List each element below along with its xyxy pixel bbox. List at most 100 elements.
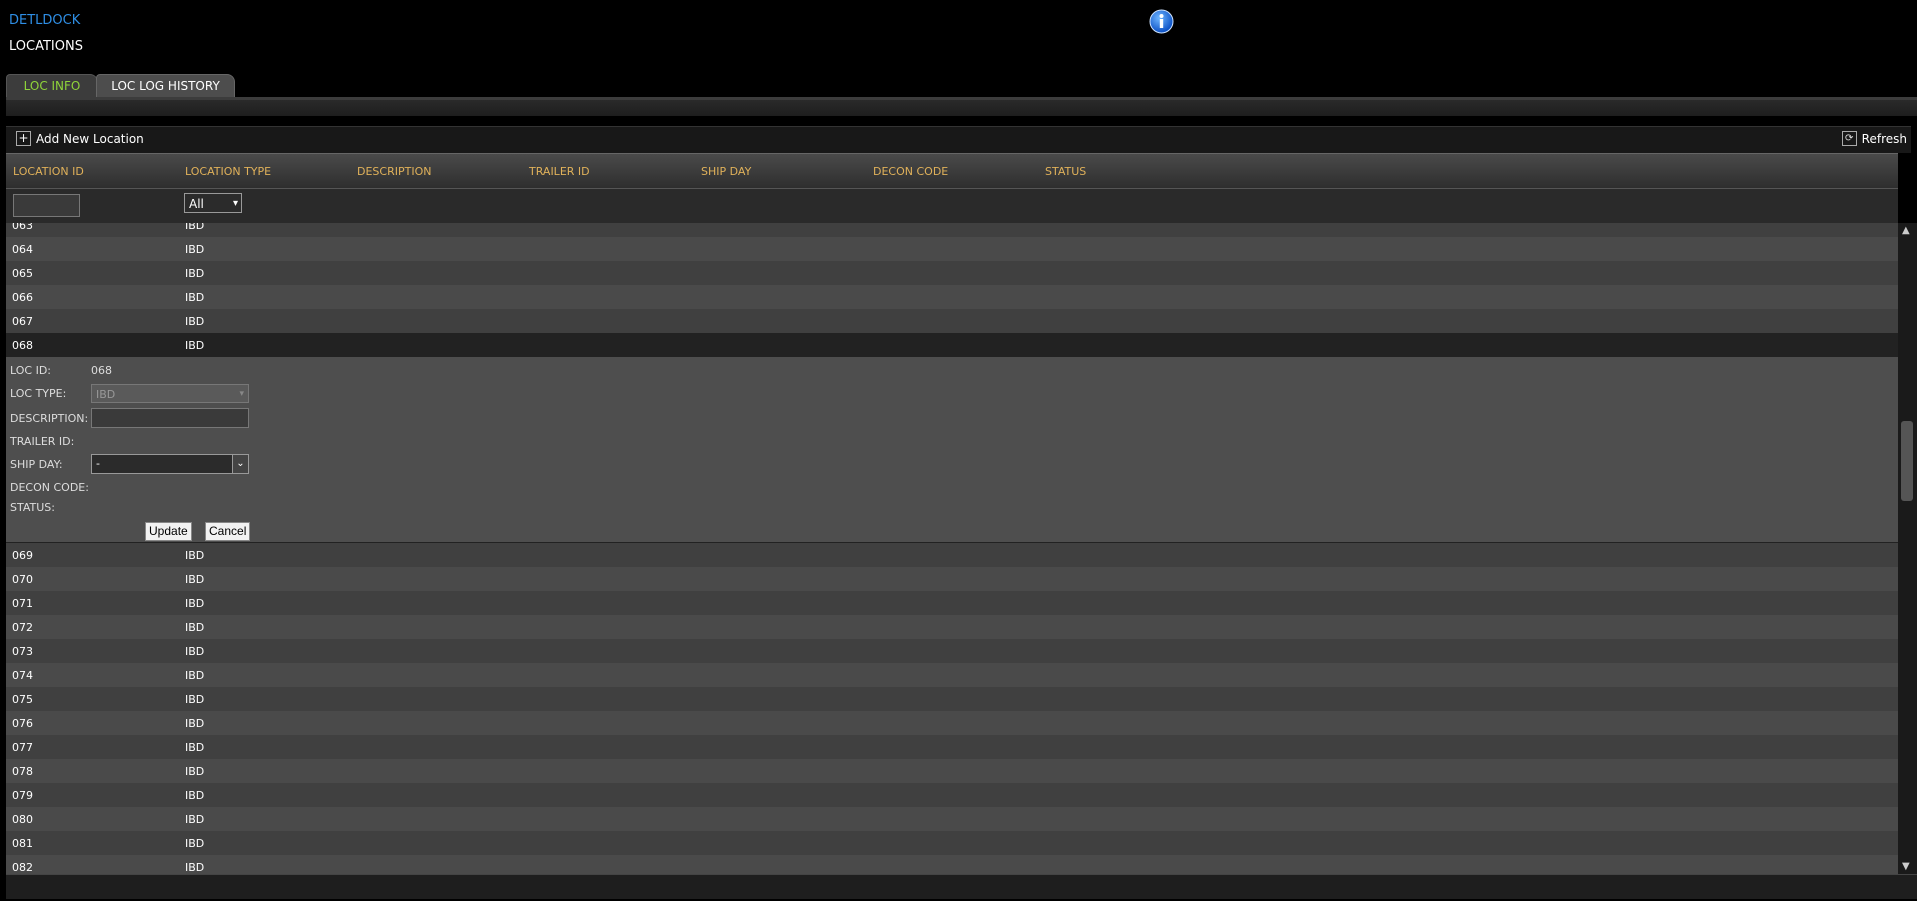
table-row[interactable]: 074 IBD: [6, 663, 1898, 687]
chevron-down-icon: ▾: [232, 198, 238, 209]
table-row[interactable]: 079 IBD: [6, 783, 1898, 807]
cell-location-type: IBD: [185, 573, 205, 586]
cell-location-type: IBD: [185, 669, 205, 682]
cell-location-id: 074: [12, 669, 33, 682]
cell-location-id: 080: [12, 813, 33, 826]
cell-location-id: 069: [12, 549, 33, 562]
status-label: STATUS:: [10, 501, 55, 514]
loc-type-value: IBD: [96, 388, 116, 401]
table-row[interactable]: 076 IBD: [6, 711, 1898, 735]
trailer-id-label: TRAILER ID:: [10, 435, 75, 448]
loc-id-value: 068: [91, 364, 112, 377]
table-row[interactable]: 067 IBD: [6, 309, 1898, 333]
loc-type-select: IBD ▾: [91, 384, 249, 403]
grid-toolbar: + Add New Location ⟳ Refresh: [6, 126, 1911, 153]
cell-location-type: IBD: [185, 339, 205, 352]
table-row[interactable]: 069 IBD: [6, 543, 1898, 567]
cell-location-type: IBD: [185, 717, 205, 730]
table-row[interactable]: 078 IBD: [6, 759, 1898, 783]
cell-location-type: IBD: [185, 837, 205, 850]
cell-location-id: 079: [12, 789, 33, 802]
cell-location-id: 073: [12, 645, 33, 658]
chevron-down-icon: ⌄: [232, 455, 248, 473]
column-header-decon-code[interactable]: DECON CODE: [873, 165, 948, 178]
refresh-icon: ⟳: [1841, 131, 1857, 146]
cell-location-id: 072: [12, 621, 33, 634]
scrollbar-thumb[interactable]: [1901, 421, 1913, 501]
cell-location-id: 071: [12, 597, 33, 610]
tab-loc-info[interactable]: LOC INFO: [6, 74, 98, 98]
cell-location-type: IBD: [185, 549, 205, 562]
app-link[interactable]: DETLDOCK: [9, 13, 80, 28]
table-row[interactable]: 070 IBD: [6, 567, 1898, 591]
grid-footer: [6, 874, 1917, 899]
column-header-status[interactable]: STATUS: [1045, 165, 1086, 178]
sub-bar: [6, 100, 1917, 116]
table-row-selected[interactable]: 068 IBD: [6, 333, 1898, 357]
table-row[interactable]: 072 IBD: [6, 615, 1898, 639]
column-header-location-id[interactable]: LOCATION ID: [13, 165, 84, 178]
cell-location-type: IBD: [185, 267, 205, 280]
location-id-filter-input[interactable]: [13, 194, 80, 217]
cell-location-id: 064: [12, 243, 33, 256]
refresh-button[interactable]: ⟳ Refresh: [1841, 131, 1907, 146]
cell-location-type: IBD: [185, 813, 205, 826]
info-icon[interactable]: [1149, 9, 1174, 34]
page-title: LOCATIONS: [9, 39, 83, 54]
cell-location-id: 063: [12, 223, 33, 232]
cell-location-id: 082: [12, 861, 33, 874]
table-row[interactable]: 064 IBD: [6, 237, 1898, 261]
add-new-location-button[interactable]: + Add New Location: [16, 131, 144, 146]
grid-header: LOCATION ID LOCATION TYPE DESCRIPTION TR…: [6, 153, 1898, 188]
scroll-down-arrow-icon[interactable]: ▼: [1902, 861, 1910, 872]
scroll-up-arrow-icon[interactable]: ▲: [1902, 225, 1910, 236]
cell-location-type: IBD: [185, 741, 205, 754]
add-new-location-label: Add New Location: [36, 131, 144, 146]
filter-row: All ▾: [6, 188, 1898, 224]
plus-icon: +: [16, 131, 31, 146]
ship-day-value: -: [96, 457, 100, 470]
chevron-down-icon: ▾: [239, 389, 244, 399]
cell-location-id: 076: [12, 717, 33, 730]
table-row[interactable]: 082 IBD: [6, 855, 1898, 874]
cell-location-type: IBD: [185, 789, 205, 802]
cell-location-type: IBD: [185, 597, 205, 610]
decon-code-label: DECON CODE:: [10, 481, 89, 494]
cell-location-type: IBD: [185, 765, 205, 778]
update-button[interactable]: Update: [145, 522, 192, 541]
description-field[interactable]: [91, 408, 249, 428]
table-row[interactable]: 075 IBD: [6, 687, 1898, 711]
cell-location-type: IBD: [185, 861, 205, 874]
cell-location-id: 070: [12, 573, 33, 586]
table-row[interactable]: 063 IBD: [6, 223, 1898, 237]
tab-loc-log-history[interactable]: LOC LOG HISTORY: [96, 74, 235, 98]
loc-id-label: LOC ID:: [10, 364, 51, 377]
refresh-label: Refresh: [1861, 131, 1907, 146]
cancel-button[interactable]: Cancel: [205, 522, 251, 541]
table-row[interactable]: 080 IBD: [6, 807, 1898, 831]
table-row[interactable]: 077 IBD: [6, 735, 1898, 759]
table-row[interactable]: 065 IBD: [6, 261, 1898, 285]
cell-location-id: 066: [12, 291, 33, 304]
loc-type-label: LOC TYPE:: [10, 387, 67, 400]
ship-day-select[interactable]: - ⌄: [91, 454, 249, 474]
cell-location-type: IBD: [185, 315, 205, 328]
cell-location-id: 081: [12, 837, 33, 850]
grid-body: 063 IBD 064 IBD 065 IBD 066 IBD 067 IBD …: [6, 223, 1898, 874]
column-header-ship-day[interactable]: SHIP DAY: [701, 165, 751, 178]
column-header-trailer-id[interactable]: TRAILER ID: [529, 165, 590, 178]
cell-location-id: 075: [12, 693, 33, 706]
table-row[interactable]: 081 IBD: [6, 831, 1898, 855]
vertical-scrollbar[interactable]: ▲ ▼: [1898, 223, 1917, 874]
cell-location-type: IBD: [185, 645, 205, 658]
cell-location-id: 067: [12, 315, 33, 328]
cell-location-id: 078: [12, 765, 33, 778]
cell-location-type: IBD: [185, 291, 205, 304]
table-row[interactable]: 066 IBD: [6, 285, 1898, 309]
column-header-description[interactable]: DESCRIPTION: [357, 165, 431, 178]
location-type-filter-select[interactable]: All ▾: [184, 193, 242, 213]
column-header-location-type[interactable]: LOCATION TYPE: [185, 165, 271, 178]
cell-location-type: IBD: [185, 223, 205, 232]
table-row[interactable]: 073 IBD: [6, 639, 1898, 663]
table-row[interactable]: 071 IBD: [6, 591, 1898, 615]
